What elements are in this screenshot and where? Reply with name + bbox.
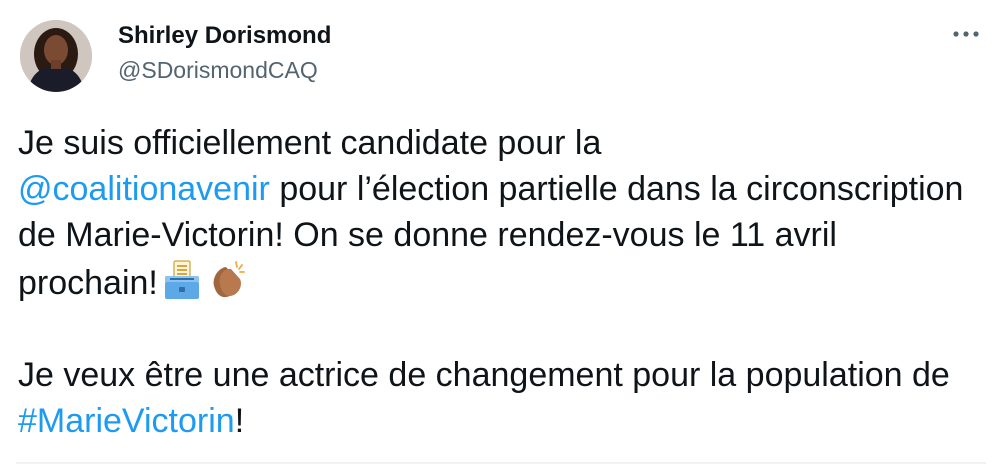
avatar-image	[20, 20, 92, 92]
clapping-hands-icon	[206, 258, 250, 302]
tweet-text-segment: !	[234, 402, 245, 440]
user-handle[interactable]: @SDorismondCAQ	[118, 56, 331, 84]
tweet-paragraph-2: Je veux être une actrice de changement p…	[18, 352, 978, 444]
tweet-paragraph-1: Je suis officiellement candidate pour la…	[18, 120, 978, 306]
avatar[interactable]	[20, 20, 92, 92]
tweet-header: Shirley Dorismond @SDorismondCAQ	[118, 22, 331, 84]
hashtag-link[interactable]: #MarieVictorin	[18, 402, 235, 440]
more-horizontal-icon	[953, 31, 979, 37]
divider	[16, 462, 986, 468]
tweet-text-segment: Je suis officiellement candidate pour la	[18, 124, 602, 162]
tweet-text: Je suis officiellement candidate pour la…	[18, 120, 978, 444]
ballot-box-icon	[160, 258, 204, 302]
more-button[interactable]	[950, 22, 982, 46]
tweet-card: Shirley Dorismond @SDorismondCAQ Je suis…	[0, 0, 1002, 468]
mention-link[interactable]: @coalitionavenir	[18, 170, 270, 208]
tweet-text-segment: Je veux être une actrice de changement p…	[18, 356, 950, 394]
display-name[interactable]: Shirley Dorismond	[118, 22, 331, 50]
